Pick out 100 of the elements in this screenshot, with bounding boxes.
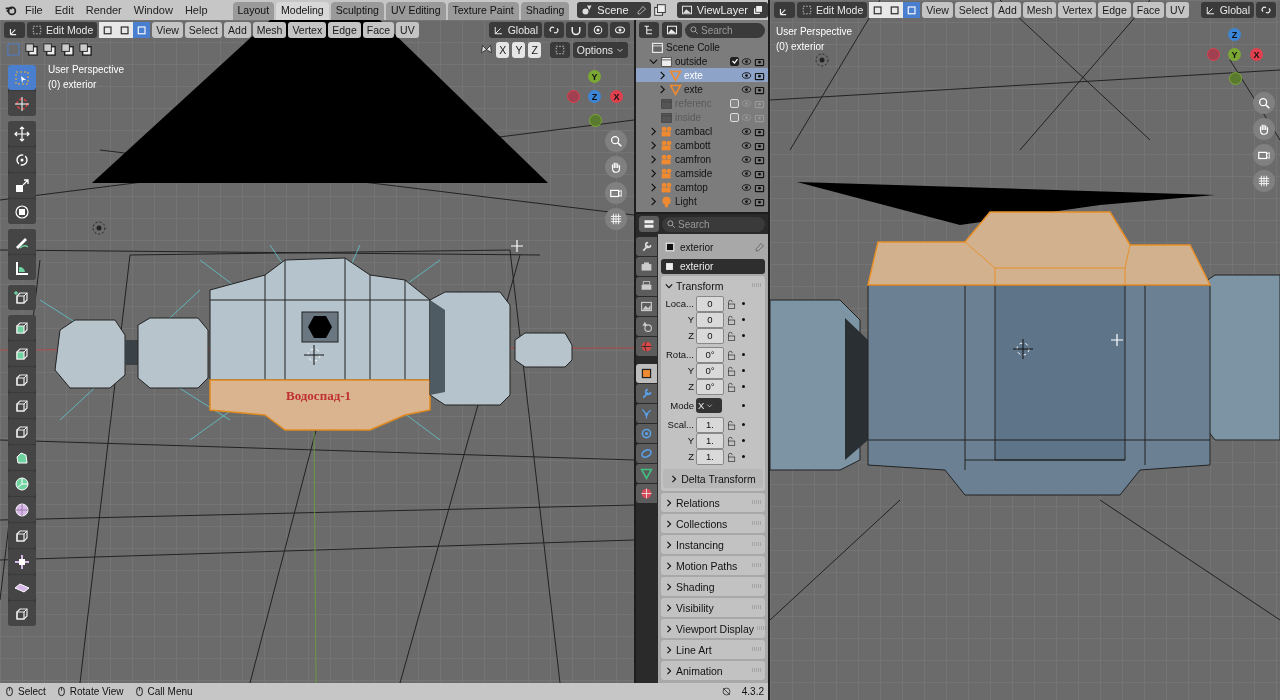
menu-item[interactable]: Render <box>80 4 127 16</box>
workspace-tab[interactable]: Texture Paint <box>447 2 519 20</box>
header-menu[interactable]: UV <box>1166 2 1189 18</box>
viewport-nav-button[interactable] <box>1253 92 1275 114</box>
pivot-button[interactable] <box>544 22 564 38</box>
eye-icon[interactable] <box>741 69 752 81</box>
viewport-nav-button[interactable] <box>1253 118 1275 140</box>
drag-grip-icon[interactable] <box>757 626 766 631</box>
lock-icon[interactable] <box>726 419 736 430</box>
tool-button[interactable] <box>8 393 36 418</box>
editor-type-button[interactable] <box>639 216 659 232</box>
select-mode-button[interactable] <box>133 22 151 38</box>
gizmo-axis[interactable]: Y <box>588 70 601 83</box>
overlay-button[interactable] <box>610 22 630 38</box>
gizmo-axis[interactable]: X <box>610 90 623 103</box>
panel-header[interactable]: Line Art <box>661 641 765 658</box>
chevron-right-icon[interactable] <box>658 70 667 80</box>
header-menu[interactable]: Mesh <box>252 22 287 38</box>
tool-button[interactable] <box>8 121 36 146</box>
chevron-right-icon[interactable] <box>649 154 658 164</box>
subpanel-header[interactable]: Delta Transform <box>663 470 763 487</box>
tool-button[interactable] <box>8 367 36 392</box>
properties-tab[interactable] <box>636 364 657 383</box>
outliner-row[interactable]: Scene Colle <box>636 40 768 54</box>
orientation-dropdown[interactable]: Global <box>488 22 542 38</box>
select-mode-button[interactable] <box>869 2 887 18</box>
properties-tab[interactable] <box>636 317 657 336</box>
workspace-tab[interactable]: Sculpting <box>330 2 384 20</box>
panel-header[interactable]: Instancing <box>661 536 765 553</box>
drag-grip-icon[interactable] <box>752 563 761 568</box>
copy-icon[interactable] <box>652 3 667 17</box>
drag-grip-icon[interactable] <box>752 500 761 505</box>
keyframe-dot[interactable] <box>742 439 745 442</box>
lock-icon[interactable] <box>726 349 736 360</box>
butterfly-icon[interactable] <box>480 43 494 56</box>
header-menu[interactable]: Face <box>362 22 395 38</box>
keyframe-dot[interactable] <box>742 423 745 426</box>
workspace-tab[interactable]: UV Editing <box>385 2 446 20</box>
header-menu[interactable]: Select <box>184 22 223 38</box>
tool-button[interactable] <box>8 341 36 366</box>
select-mode-button[interactable] <box>116 22 134 38</box>
header-menu[interactable]: Edge <box>328 22 361 38</box>
mirror-axis-toggle[interactable]: Z <box>528 41 541 58</box>
panel-header[interactable]: Transform <box>661 277 765 294</box>
eye-icon[interactable] <box>741 153 752 165</box>
menu-item[interactable]: File <box>20 4 48 16</box>
number-field[interactable]: 0 <box>696 295 724 312</box>
search-field[interactable]: Search <box>662 216 765 232</box>
properties-tab[interactable] <box>636 484 657 503</box>
eye-icon[interactable] <box>741 125 752 137</box>
menu-item[interactable]: Help <box>179 4 213 16</box>
drag-grip-icon[interactable] <box>752 283 761 288</box>
properties-tab[interactable] <box>636 277 657 296</box>
drag-grip-icon[interactable] <box>752 647 761 652</box>
gizmo-negative-axis[interactable] <box>1229 72 1242 85</box>
exclude-checkbox[interactable] <box>730 56 739 66</box>
gizmo-axis[interactable]: Y <box>1228 48 1241 61</box>
outliner-row[interactable]: camside <box>636 166 768 180</box>
tool-button[interactable] <box>8 523 36 548</box>
outliner-row[interactable]: camtop <box>636 180 768 194</box>
copy-icon[interactable] <box>752 4 764 16</box>
tool-button[interactable] <box>8 147 36 172</box>
number-field[interactable]: 1. <box>696 416 724 433</box>
mode-dropdown[interactable]: X <box>696 398 722 413</box>
tool-button[interactable] <box>8 255 36 280</box>
tool-button[interactable] <box>8 445 36 470</box>
menu-item[interactable]: Edit <box>49 4 79 16</box>
editor-type-button[interactable] <box>774 2 795 18</box>
pivot-button[interactable] <box>1256 2 1276 18</box>
filter-button[interactable] <box>662 22 682 38</box>
header-menu[interactable]: Add <box>994 2 1021 18</box>
outliner-row[interactable]: exte <box>636 82 768 96</box>
properties-tab[interactable] <box>636 257 657 276</box>
chevron-right-icon[interactable] <box>649 140 658 150</box>
drag-grip-icon[interactable] <box>752 668 761 673</box>
panel-header[interactable]: Collections <box>661 515 765 532</box>
header-menu[interactable]: Vertex <box>288 22 327 38</box>
display-mode-button[interactable] <box>639 22 659 38</box>
drag-grip-icon[interactable] <box>752 605 761 610</box>
lock-icon[interactable] <box>726 330 736 341</box>
eye-icon[interactable] <box>741 167 752 179</box>
tool-button[interactable] <box>8 549 36 574</box>
chevron-right-icon[interactable] <box>649 126 658 136</box>
mirror-axis-toggle[interactable]: X <box>496 41 510 58</box>
chevron-right-icon[interactable] <box>649 196 658 206</box>
panel-header[interactable]: Animation <box>661 662 765 679</box>
header-menu[interactable]: View <box>922 2 953 18</box>
tool-button[interactable] <box>8 575 36 600</box>
keyframe-dot[interactable] <box>742 455 745 458</box>
tool-button[interactable] <box>8 601 36 626</box>
viewport-nav-button[interactable] <box>605 130 627 152</box>
options-dropdown[interactable]: Options <box>572 41 628 58</box>
outliner-row[interactable]: outside <box>636 54 768 68</box>
outliner-row[interactable]: camfron <box>636 152 768 166</box>
gizmo-axis[interactable]: Z <box>588 90 601 103</box>
header-menu[interactable]: Edge <box>1098 2 1131 18</box>
tool-button[interactable] <box>8 497 36 522</box>
keyframe-dot[interactable] <box>742 302 745 305</box>
select-mode-button[interactable] <box>99 22 117 38</box>
header-menu[interactable]: UV <box>396 22 419 38</box>
